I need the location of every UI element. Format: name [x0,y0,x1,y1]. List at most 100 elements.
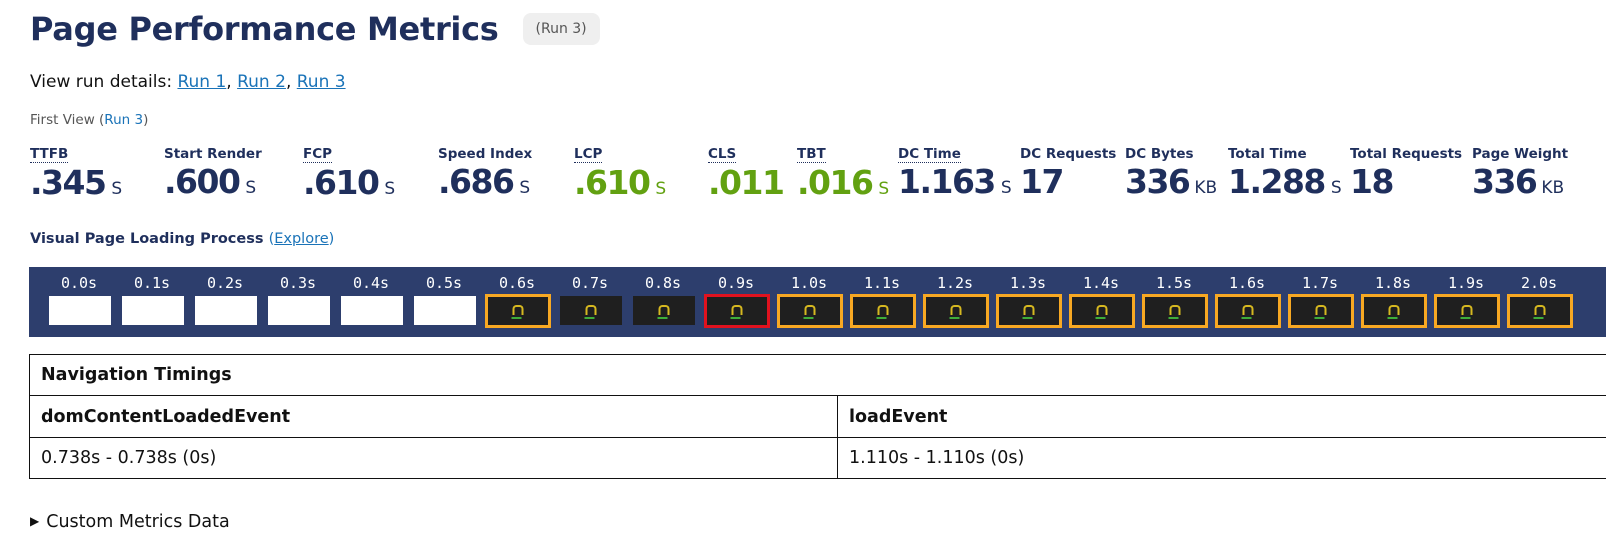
first-view-label: First View (Run 3) [30,112,148,128]
custom-metrics-toggle[interactable]: ▶ Custom Metrics Data [30,512,230,532]
table-header: domContentLoadedEvent [29,395,838,438]
first-view-suffix: ) [143,112,149,128]
filmstrip-frame[interactable]: 0.6s [484,267,551,337]
metric-value: 18 [1350,162,1394,201]
filmstrip-frame[interactable]: 1.4s [1068,267,1135,337]
run-1-link[interactable]: Run 1 [177,72,226,92]
page-content-icon [1387,305,1400,319]
frame-thumbnail [1215,294,1281,328]
explore-link[interactable]: Explore [274,231,328,247]
metric-value: 336 [1125,162,1191,201]
metric-value: .686 [438,162,515,201]
metric-label: DC Bytes [1125,146,1194,162]
frame-timestamp: 1.7s [1301,274,1339,292]
metric-value: .016 [797,163,874,202]
frame-timestamp: 0.0s [60,274,98,292]
metric-value: 336 [1472,162,1538,201]
frame-thumbnail [1507,294,1573,328]
frame-timestamp: 1.9s [1447,274,1485,292]
filmstrip-frame[interactable]: 0.8s [630,267,696,337]
filmstrip-frame[interactable]: 0.3s [265,267,331,337]
metric-label: Total Time [1228,146,1307,162]
filmstrip-frame[interactable]: 1.9s [1433,267,1500,337]
frame-timestamp: 0.2s [206,274,244,292]
page-title: Page Performance Metrics [30,10,499,48]
disclosure-triangle-icon: ▶ [30,514,40,528]
explore-close-paren: ) [328,231,335,247]
filmstrip-frame[interactable]: 0.4s [338,267,404,337]
metric-value: .610 [574,163,651,202]
frame-timestamp: 1.5s [1155,274,1193,292]
metric-label: TTFB [30,146,69,163]
frame-timestamp: 2.0s [1520,274,1558,292]
filmstrip-frame[interactable]: 1.5s [1141,267,1208,337]
frame-thumbnail [996,294,1062,328]
filmstrip: 0.0s 0.1s 0.2s 0.3s 0.4s 0.5s 0.6s 0.7s 0.8s 0.9s… [29,267,1606,337]
frame-thumbnail [49,296,111,325]
metric-dc-time: DC Time 1.163 S [898,143,1012,207]
frame-thumbnail [1069,294,1135,328]
page-content-icon [584,304,597,319]
filmstrip-frame[interactable]: 1.1s [849,267,916,337]
frame-thumbnail [850,294,916,328]
frame-thumbnail [268,296,330,325]
filmstrip-frame[interactable]: 0.0s [46,267,112,337]
first-view-run-link[interactable]: Run 3 [104,112,143,128]
frame-timestamp: 1.0s [790,274,828,292]
metric-value: .610 [303,163,380,202]
filmstrip-frame[interactable]: 2.0s [1506,267,1573,337]
filmstrip-frame[interactable]: 0.2s [192,267,258,337]
filmstrip-frame[interactable]: 1.2s [922,267,989,337]
metric-value: 1.288 [1228,162,1326,201]
frame-thumbnail [1434,294,1500,328]
frame-thumbnail [777,294,843,328]
page-header: Page Performance Metrics (Run 3) [30,10,600,48]
page-content-icon [657,304,670,319]
filmstrip-frame[interactable]: 0.7s [557,267,623,337]
filmstrip-frame[interactable]: 1.6s [1214,267,1281,337]
run-3-link[interactable]: Run 3 [297,72,346,92]
frame-thumbnail [1361,294,1427,328]
metric-label: Speed Index [438,146,533,162]
filmstrip-frame[interactable]: 0.9s [703,267,770,337]
metric-tbt: TBT .016 S [797,143,889,208]
metric-label: DC Requests [1020,146,1117,162]
navigation-timings-caption: Navigation Timings [29,354,1606,396]
visual-progress-heading: Visual Page Loading Process (Explore) [30,231,334,247]
metric-cls: CLS .011 [708,143,785,208]
metric-unit: S [245,178,257,198]
frame-timestamp: 0.7s [571,274,609,292]
frame-timestamp: 1.1s [863,274,901,292]
page-content-icon [949,305,962,319]
frame-timestamp: 1.3s [1009,274,1047,292]
frame-thumbnail [923,294,989,328]
metric-label: Page Weight [1472,146,1569,162]
table-row: 0.738s - 0.738s (0s) 1.110s - 1.110s (0s… [29,437,1606,479]
frame-thumbnail [633,296,695,325]
metric-label: CLS [708,146,737,163]
custom-metrics-label: Custom Metrics Data [46,512,230,532]
metric-page-weight: Page Weight 336 KB [1472,143,1568,207]
filmstrip-frame[interactable]: 0.1s [119,267,185,337]
page-content-icon [876,305,889,319]
metric-unit: S [384,179,396,199]
frame-timestamp: 1.4s [1082,274,1120,292]
frame-timestamp: 0.3s [279,274,317,292]
frame-thumbnail [704,294,770,328]
metric-dc-bytes: DC Bytes 336 KB [1125,143,1217,207]
filmstrip-frame[interactable]: 1.7s [1287,267,1354,337]
metric-unit: S [111,179,123,199]
run-link-separator: , [226,72,232,92]
filmstrip-frame[interactable]: 1.8s [1360,267,1427,337]
run-2-link[interactable]: Run 2 [237,72,286,92]
page-content-icon [1095,305,1108,319]
filmstrip-frame[interactable]: 1.0s [776,267,843,337]
navigation-timings-table: Navigation Timings domContentLoadedEvent… [29,354,1606,479]
filmstrip-frame[interactable]: 1.3s [995,267,1062,337]
frame-thumbnail [1142,294,1208,328]
first-view-prefix: First View ( [30,112,105,128]
metric-unit: KB [1541,178,1565,198]
frame-timestamp: 0.5s [425,274,463,292]
run-badge: (Run 3) [522,13,600,45]
filmstrip-frame[interactable]: 0.5s [411,267,477,337]
